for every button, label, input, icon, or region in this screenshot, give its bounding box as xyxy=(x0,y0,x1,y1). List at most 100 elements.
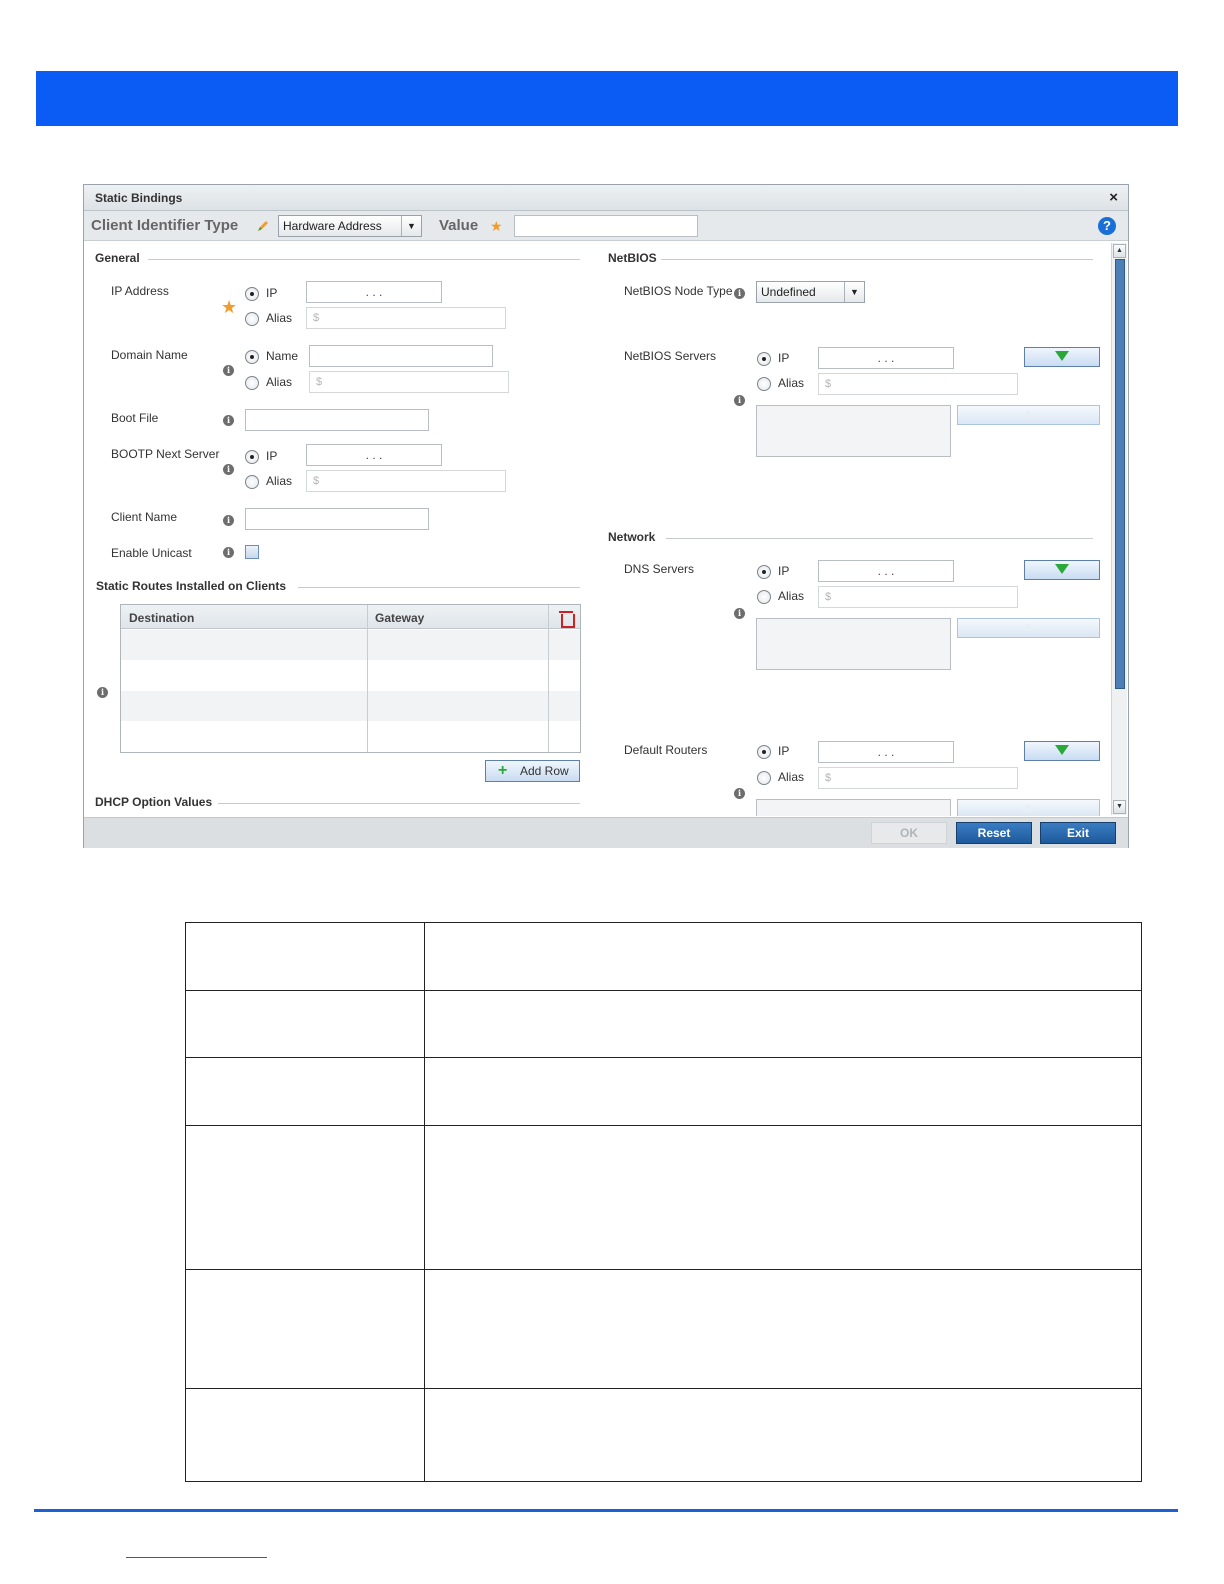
info-icon: i xyxy=(734,608,745,619)
chevron-down-icon: ▼ xyxy=(401,216,421,236)
close-icon[interactable]: × xyxy=(1109,189,1118,206)
dns-servers-alias-label: Alias xyxy=(778,589,805,603)
bootp-alias-input[interactable]: $ xyxy=(306,470,506,492)
info-icon: i xyxy=(97,687,108,698)
boot-file-input[interactable] xyxy=(245,409,429,431)
default-routers-remove-button[interactable] xyxy=(957,799,1100,816)
dialog-footer: OK Reset Exit xyxy=(84,817,1128,848)
divider xyxy=(661,259,1093,260)
client-name-input[interactable] xyxy=(245,508,429,530)
network-section-title: Network xyxy=(608,530,656,544)
client-identifier-type-label: Client Identifier Type xyxy=(91,217,239,234)
help-icon[interactable]: ? xyxy=(1098,217,1116,235)
exit-button[interactable]: Exit xyxy=(1040,822,1116,844)
netbios-node-type-select[interactable]: Undefined ▼ xyxy=(756,281,865,303)
divider xyxy=(666,538,1093,539)
default-routers-ip-radio[interactable] xyxy=(757,745,771,759)
divider xyxy=(218,803,580,804)
arrow-down-icon xyxy=(1055,351,1069,361)
static-routes-section-title: Static Routes Installed on Clients xyxy=(96,579,287,593)
ip-address-ip-radio[interactable] xyxy=(245,287,259,301)
default-routers-alias-label: Alias xyxy=(778,770,805,784)
ok-button[interactable]: OK xyxy=(871,822,947,844)
arrow-up-icon xyxy=(1022,623,1034,631)
dns-servers-remove-button[interactable] xyxy=(957,618,1100,638)
scroll-thumb[interactable] xyxy=(1115,259,1125,689)
ip-address-alias-label: Alias xyxy=(266,311,293,325)
dns-servers-label: DNS Servers xyxy=(624,562,695,576)
plus-icon: + xyxy=(498,762,508,779)
dns-servers-alias-input[interactable]: $ xyxy=(818,586,1018,608)
reset-button[interactable]: Reset xyxy=(956,822,1032,844)
scroll-down-icon[interactable]: ▼ xyxy=(1113,800,1126,814)
bootp-ip-radio[interactable] xyxy=(245,450,259,464)
default-routers-alias-input[interactable]: $ xyxy=(818,767,1018,789)
dns-servers-add-button[interactable] xyxy=(1024,560,1100,580)
info-icon: i xyxy=(734,395,745,406)
netbios-servers-alias-label: Alias xyxy=(778,376,805,390)
column-divider xyxy=(367,605,368,752)
netbios-section-title: NetBIOS xyxy=(608,251,657,265)
netbios-servers-alias-radio[interactable] xyxy=(757,377,771,391)
dns-servers-ip-input[interactable]: . . . xyxy=(818,560,954,582)
dns-servers-alias-radio[interactable] xyxy=(757,590,771,604)
domain-name-name-label: Name xyxy=(266,349,299,363)
netbios-servers-ip-input[interactable]: . . . xyxy=(818,347,954,369)
domain-name-input[interactable] xyxy=(309,345,493,367)
domain-name-alias-radio[interactable] xyxy=(245,376,259,390)
info-icon: i xyxy=(223,547,234,558)
chevron-down-icon: ▼ xyxy=(844,282,864,302)
default-routers-list[interactable] xyxy=(756,799,951,816)
netbios-servers-remove-button[interactable] xyxy=(957,405,1100,425)
column-divider xyxy=(424,923,425,1481)
domain-name-name-radio[interactable] xyxy=(245,350,259,364)
divider xyxy=(298,587,580,588)
ip-address-alias-radio[interactable] xyxy=(245,312,259,326)
scrollbar[interactable]: ▲ ▼ xyxy=(1111,243,1127,815)
arrow-down-icon xyxy=(1055,745,1069,755)
static-bindings-dialog: Static Bindings × Client Identifier Type… xyxy=(83,184,1129,848)
header-banner xyxy=(36,71,1178,126)
static-routes-table: Destination Gateway xyxy=(120,604,581,753)
arrow-down-icon xyxy=(1055,564,1069,574)
netbios-servers-ip-radio[interactable] xyxy=(757,352,771,366)
value-label: Value xyxy=(439,217,479,234)
info-icon: i xyxy=(223,415,234,426)
ip-address-ip-input[interactable]: . . . xyxy=(306,281,442,303)
info-icon: i xyxy=(734,288,745,299)
general-section-title: General xyxy=(95,251,140,265)
add-row-button[interactable]: + Add Row xyxy=(485,760,580,782)
bootp-alias-radio[interactable] xyxy=(245,475,259,489)
dialog-title-bar: Static Bindings × xyxy=(84,185,1128,211)
table-row xyxy=(121,630,580,660)
bootp-ip-label: IP xyxy=(266,449,278,463)
domain-name-alias-input[interactable]: $ xyxy=(309,371,509,393)
bootp-next-server-label: BOOTP Next Server xyxy=(111,447,220,461)
trash-icon[interactable] xyxy=(559,611,575,628)
info-icon: i xyxy=(734,788,745,799)
default-routers-ip-input[interactable]: . . . xyxy=(818,741,954,763)
default-routers-alias-radio[interactable] xyxy=(757,771,771,785)
netbios-servers-add-button[interactable] xyxy=(1024,347,1100,367)
column-header-gateway: Gateway xyxy=(375,611,425,625)
ip-address-alias-input[interactable]: $ xyxy=(306,307,506,329)
default-routers-ip-label: IP xyxy=(778,744,790,758)
netbios-servers-alias-input[interactable]: $ xyxy=(818,373,1018,395)
arrow-up-icon xyxy=(1022,410,1034,418)
enable-unicast-checkbox[interactable] xyxy=(245,545,259,559)
value-input[interactable] xyxy=(514,215,698,237)
bootp-ip-input[interactable]: . . . xyxy=(306,444,442,466)
dhcp-option-values-section-title: DHCP Option Values xyxy=(95,795,213,809)
client-identifier-type-select[interactable]: Hardware Address ▼ xyxy=(278,215,422,237)
required-star-icon: ★ xyxy=(221,297,238,317)
dns-servers-ip-radio[interactable] xyxy=(757,565,771,579)
default-routers-add-button[interactable] xyxy=(1024,741,1100,761)
client-identifier-bar: Client Identifier Type Hardware Address … xyxy=(84,211,1128,241)
boot-file-label: Boot File xyxy=(111,411,159,425)
table-row xyxy=(186,990,1141,991)
scroll-up-icon[interactable]: ▲ xyxy=(1113,244,1126,258)
dns-servers-list[interactable] xyxy=(756,618,951,670)
ip-address-ip-label: IP xyxy=(266,286,278,300)
netbios-servers-list[interactable] xyxy=(756,405,951,457)
info-icon: i xyxy=(223,515,234,526)
